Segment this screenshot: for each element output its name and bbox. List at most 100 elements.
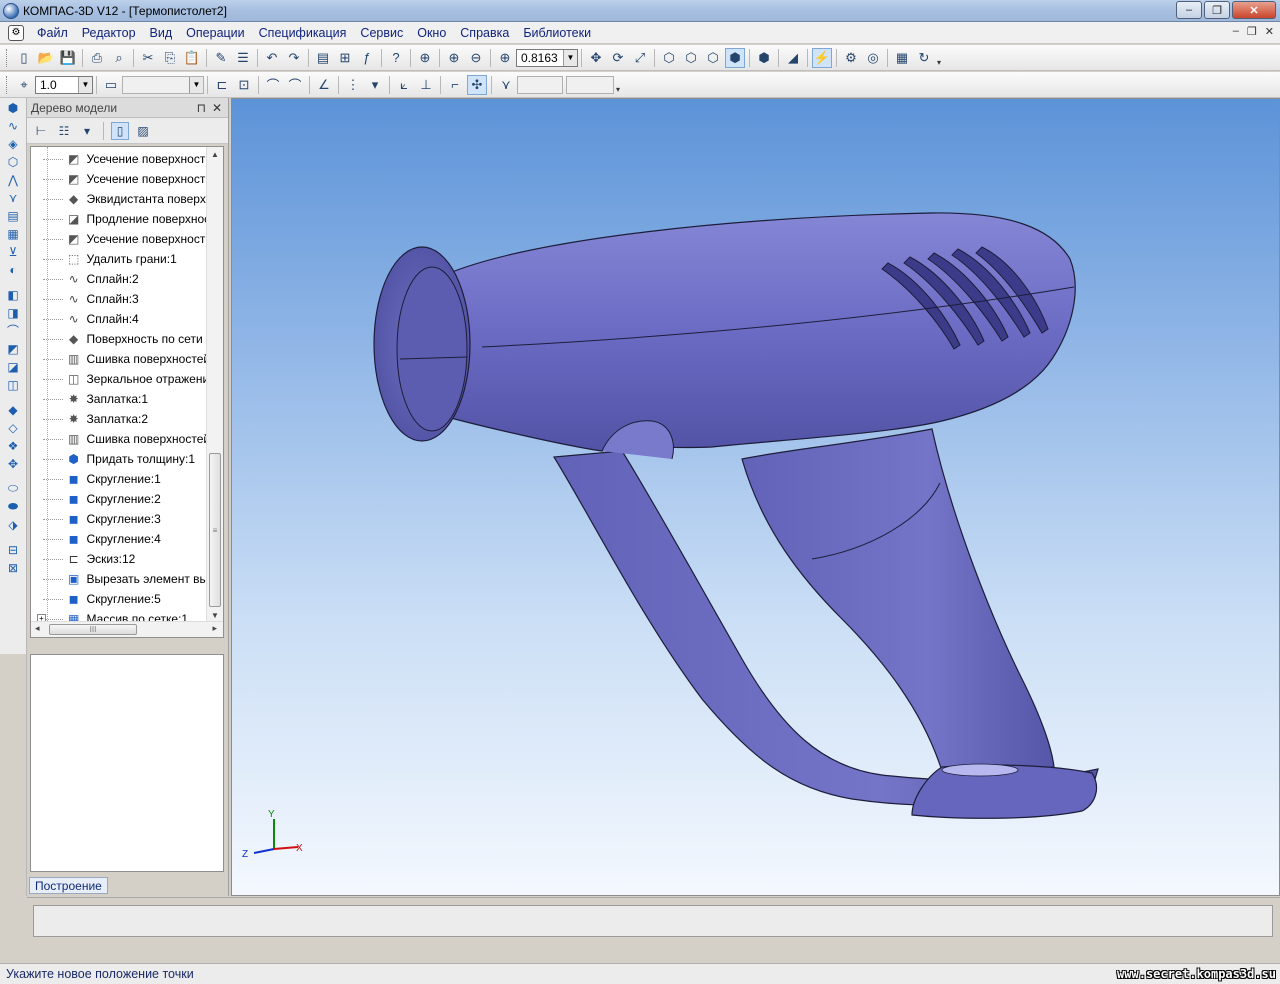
print-preview-icon[interactable]: ⌕ [109,48,129,68]
snap-link-icon[interactable]: ⌒ [285,75,305,95]
pin-icon[interactable]: ⊓ [197,101,206,115]
spatial-curves-icon[interactable]: ∿ [3,117,23,134]
tree-item[interactable]: ▥ Сшивка поверхностей [31,349,207,369]
tree-item[interactable]: ◆ Поверхность по сети т [31,329,207,349]
shaded-icon[interactable]: ⬢ [725,47,745,68]
menu-window[interactable]: Окно [410,26,453,40]
cut-element-icon[interactable]: ◪ [3,358,23,375]
coordinates-icon[interactable]: ✣ [467,74,487,95]
menu-view[interactable]: Вид [143,26,180,40]
toolbar-overflow-icon[interactable]: ▾ [616,76,624,94]
tree-item[interactable]: ◩ Усечение поверхности [31,169,207,189]
local-cs-icon[interactable]: ⟀ [394,75,414,95]
document-icon[interactable]: ⚙ [8,24,24,41]
tree-item[interactable]: ⊏ Эскиз:12 [31,549,207,569]
surface-net-icon[interactable]: ✥ [3,455,23,472]
scroll-right-icon[interactable]: ▸ [212,623,217,634]
arrays-icon[interactable]: ⬡ [3,153,23,170]
tree-item[interactable]: ◼ Скругление:3 [31,509,207,529]
perspective-icon[interactable]: ◢ [783,48,803,68]
tree-filter-icon[interactable]: ▨ [134,122,152,140]
property-panel-field[interactable] [33,905,1273,937]
paste-icon[interactable]: 📋 [182,48,202,68]
minimize-button[interactable]: – [1176,1,1202,19]
menu-editor[interactable]: Редактор [75,26,143,40]
plane-angle-icon[interactable]: ⬬ [3,498,23,515]
menu-operations[interactable]: Операции [179,26,251,40]
mcc-icon[interactable]: ◎ [863,48,883,68]
tree-item[interactable]: ✸ Заплатка:2 [31,409,207,429]
toolbar-grip[interactable] [6,48,9,67]
hidden-thin-icon[interactable]: ⬡ [703,48,723,68]
snap-icon[interactable]: ⌒ [263,75,283,95]
maximize-button[interactable]: ❐ [1204,1,1230,19]
tree-vertical-scrollbar[interactable]: ▲ ≡ ▼ [206,147,223,623]
cursor-step-icon[interactable]: ⌖ [14,75,34,95]
chevron-down-icon[interactable]: ▼ [78,76,92,93]
mdi-restore-button[interactable]: ❐ [1247,25,1257,38]
rotate-element-icon[interactable]: ◨ [3,304,23,321]
hidden-lines-icon[interactable]: ⬡ [681,48,701,68]
model-viewport[interactable]: Y X Z [231,98,1280,896]
tree-item[interactable]: ∿ Сплайн:2 [31,269,207,289]
close-button[interactable]: ✕ [1232,1,1276,19]
surface-patch-icon[interactable]: ❖ [3,437,23,454]
surface-extrude-icon[interactable]: ◆ [3,401,23,418]
menu-specification[interactable]: Спецификация [252,26,354,40]
filter-icon[interactable]: ⚡ [812,47,832,68]
tree-item[interactable]: ◫ Зеркальное отражени [31,369,207,389]
menu-help[interactable]: Справка [453,26,516,40]
mdi-close-button[interactable]: ✕ [1265,25,1274,38]
tree-item[interactable]: ∿ Сплайн:3 [31,289,207,309]
heat-gun-model[interactable]: Y X Z [232,99,1280,896]
tree-item[interactable]: ◼ Скругление:2 [31,489,207,509]
grid-icon[interactable]: ⋮ [343,75,363,95]
scroll-left-icon[interactable]: ◂ [35,623,40,634]
measurements-icon[interactable]: ⋎ [3,189,23,206]
properties-icon[interactable]: ☰ [233,48,253,68]
plane-icon[interactable]: ⊏ [212,75,232,95]
tree-item[interactable]: ◼ Скругление:5 [31,589,207,609]
wireframe-icon[interactable]: ⬡ [659,48,679,68]
plane-tangent-icon[interactable]: ⬗ [3,516,23,533]
tree-item[interactable]: ▣ Вырезать элемент вы [31,569,207,589]
specification-icon[interactable]: ▦ [3,225,23,242]
elements-control-icon[interactable]: ◐ [3,261,23,278]
tree-item[interactable]: ◩ Усечение поверхности [31,149,207,169]
zoom-scale-combo[interactable]: 0.8163 ▼ [516,48,578,67]
report-icon[interactable]: ▦ [892,48,912,68]
layer-icon[interactable]: ▭ [101,75,121,95]
tree-item[interactable]: ▥ Сшивка поверхностей [31,429,207,449]
tree-close-icon[interactable]: ✕ [212,101,222,115]
tree-item[interactable]: ◆ Эквидистанта поверхн [31,189,207,209]
tree-horizontal-scrollbar[interactable]: ◂ III ▸ [31,621,223,637]
help-pointer-icon[interactable]: ? [386,48,406,68]
section-icon[interactable]: ⊟ [3,541,23,558]
rebuild-icon[interactable]: ↻ [914,48,934,68]
manager-icon[interactable]: ▤ [313,48,333,68]
x-coordinate-field[interactable] [517,75,563,94]
menu-file[interactable]: Файл [30,26,75,40]
mdi-minimize-button[interactable]: – [1233,25,1239,38]
kompas-app-icon[interactable] [3,2,19,19]
print-icon[interactable]: ⎙ [87,48,107,68]
plane-edit-icon[interactable]: ⊡ [234,75,254,95]
save-icon[interactable]: 💾 [58,48,78,68]
fillet-tool-icon[interactable]: ◫ [3,376,23,393]
reports-icon[interactable]: ⊻ [3,243,23,260]
scroll-thumb[interactable]: ≡ [209,453,221,607]
axis-icon[interactable]: ⊥ [416,75,436,95]
undo-icon[interactable]: ↶ [262,48,282,68]
tree-item[interactable]: ◼ Скругление:1 [31,469,207,489]
tree-item[interactable]: ◩ Усечение поверхности [31,229,207,249]
tree-item[interactable]: ⬚ Удалить грани:1 [31,249,207,269]
pan-icon[interactable]: ✥ [586,48,606,68]
grid-menu-icon[interactable]: ▾ [365,75,385,95]
zoom-window-icon[interactable]: ⊕ [415,48,435,68]
orientation-icon[interactable]: ⤢ [630,48,650,68]
tree-list-icon[interactable]: ☷ [55,122,73,140]
cut-icon[interactable]: ✂ [138,48,158,68]
plane-offset-icon[interactable]: ⬭ [3,480,23,497]
ortho-icon[interactable]: ⌐ [445,75,465,95]
tree-item[interactable]: ✸ Заплатка:1 [31,389,207,409]
